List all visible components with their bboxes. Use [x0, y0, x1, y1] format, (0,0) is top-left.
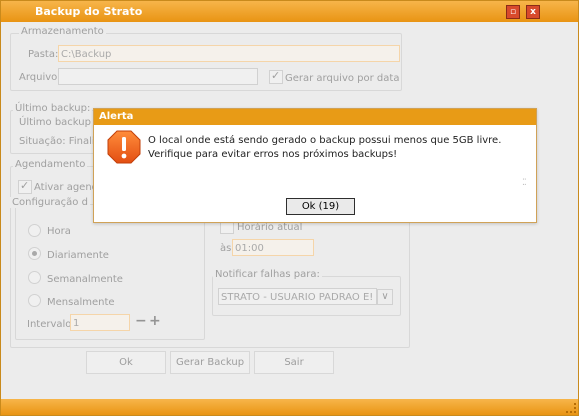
title-bar: Backup do Strato ▫ x — [1, 1, 578, 22]
status-bar — [1, 399, 578, 415]
warning-icon — [107, 130, 141, 164]
maximize-button[interactable]: ▫ — [506, 5, 520, 19]
alert-dialog: Alerta O local onde está sendo gerado o … — [93, 108, 537, 223]
resize-grip-icon[interactable] — [566, 403, 576, 413]
maximize-icon: ▫ — [509, 7, 517, 17]
close-icon: x — [530, 7, 536, 17]
alert-message: O local onde está sendo gerado o backup … — [148, 135, 502, 160]
alert-ok-button[interactable]: Ok (19) — [286, 198, 355, 215]
close-button[interactable]: x — [526, 5, 540, 19]
alert-title: Alerta — [94, 109, 536, 125]
resize-grip-icon[interactable]: ⁚⁚ — [522, 178, 527, 188]
window-title: Backup do Strato — [35, 5, 143, 18]
